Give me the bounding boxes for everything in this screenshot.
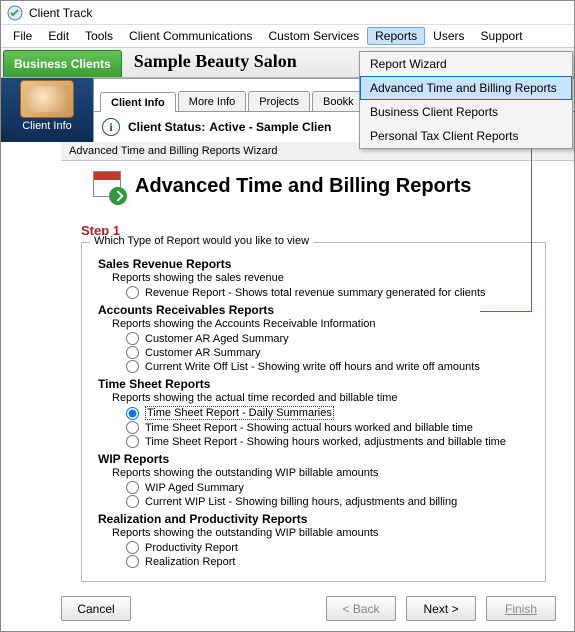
left-panel-label: Client Info: [1, 120, 93, 132]
opt-ar-aged[interactable]: Customer AR Aged Summary: [126, 332, 535, 345]
window-title: Client Track: [29, 6, 92, 20]
radio-ts-daily[interactable]: [126, 407, 139, 420]
section-sales-desc: Reports showing the sales revenue: [112, 272, 535, 284]
menu-business-client-reports[interactable]: Business Client Reports: [360, 100, 572, 124]
opt-wip-current[interactable]: Current WIP List - Showing billing hours…: [126, 495, 535, 508]
section-timesheet-desc: Reports showing the actual time recorded…: [112, 392, 535, 404]
cancel-button[interactable]: Cancel: [61, 596, 131, 621]
opt-writeoff[interactable]: Current Write Off List - Showing write o…: [126, 360, 535, 373]
business-clients-tab[interactable]: Business Clients: [3, 50, 122, 77]
opt-productivity[interactable]: Productivity Report: [126, 541, 535, 554]
menu-reports[interactable]: Reports: [367, 27, 425, 45]
opt-revenue-report[interactable]: Revenue Report - Shows total revenue sum…: [126, 286, 535, 299]
info-icon: i: [102, 118, 120, 136]
report-type-group: Which Type of Report would you like to v…: [81, 242, 546, 582]
titlebar: Client Track: [1, 1, 574, 25]
radio-revenue-report[interactable]: [126, 286, 139, 299]
tab-more-info[interactable]: More Info: [178, 91, 246, 111]
wizard: Advanced Time and Billing Reports Step 1…: [61, 163, 566, 582]
finish-button[interactable]: Finish: [486, 596, 556, 621]
tab-client-info[interactable]: Client Info: [100, 92, 176, 112]
section-sales: Sales Revenue Reports: [98, 257, 535, 271]
reports-dropdown: Report Wizard Advanced Time and Billing …: [359, 51, 573, 149]
wizard-buttons: Cancel < Back Next > Finish: [1, 588, 574, 631]
calendar-reload-icon: [91, 169, 125, 203]
menu-file[interactable]: File: [5, 27, 40, 45]
section-ar: Accounts Receivables Reports: [98, 303, 535, 317]
radio-realization[interactable]: [126, 555, 139, 568]
group-title: Which Type of Report would you like to v…: [90, 235, 313, 247]
callout-line-h: [480, 311, 532, 312]
status-label: Client Status:: [128, 120, 205, 134]
menu-users[interactable]: Users: [425, 27, 472, 45]
opt-ar-summary[interactable]: Customer AR Summary: [126, 346, 535, 359]
radio-ar-aged[interactable]: [126, 332, 139, 345]
menu-support[interactable]: Support: [473, 27, 531, 45]
app-icon: [7, 5, 23, 21]
wizard-header: Advanced Time and Billing Reports: [61, 163, 566, 207]
menu-custom-services[interactable]: Custom Services: [260, 27, 367, 45]
left-panel: Client Info: [1, 78, 93, 142]
wizard-title: Advanced Time and Billing Reports: [135, 175, 471, 198]
tab-projects[interactable]: Projects: [248, 91, 310, 111]
menu-report-wizard[interactable]: Report Wizard: [360, 52, 572, 76]
section-wip: WIP Reports: [98, 452, 535, 466]
section-realization: Realization and Productivity Reports: [98, 512, 535, 526]
back-button[interactable]: < Back: [326, 596, 396, 621]
opt-realization[interactable]: Realization Report: [126, 555, 535, 568]
radio-productivity[interactable]: [126, 541, 139, 554]
menu-tools[interactable]: Tools: [77, 27, 121, 45]
client-name: Sample Beauty Salon: [122, 48, 309, 77]
radio-wip-aged[interactable]: [126, 481, 139, 494]
next-button[interactable]: Next >: [406, 596, 476, 621]
radio-writeoff[interactable]: [126, 360, 139, 373]
section-wip-desc: Reports showing the outstanding WIP bill…: [112, 467, 535, 479]
opt-wip-aged[interactable]: WIP Aged Summary: [126, 481, 535, 494]
section-realization-desc: Reports showing the outstanding WIP bill…: [112, 527, 535, 539]
menu-advanced-time-billing[interactable]: Advanced Time and Billing Reports: [360, 76, 572, 100]
opt-ts-adjust[interactable]: Time Sheet Report - Showing hours worked…: [126, 435, 535, 448]
status-value: Active - Sample Clien: [209, 120, 331, 134]
handshake-icon: [20, 80, 74, 118]
menu-personal-tax-reports[interactable]: Personal Tax Client Reports: [360, 124, 572, 148]
section-ar-desc: Reports showing the Accounts Receivable …: [112, 318, 535, 330]
radio-ts-actual[interactable]: [126, 421, 139, 434]
menubar: File Edit Tools Client Communications Cu…: [1, 25, 574, 48]
radio-ar-summary[interactable]: [126, 346, 139, 359]
section-timesheet: Time Sheet Reports: [98, 377, 535, 391]
menu-client-communications[interactable]: Client Communications: [121, 27, 260, 45]
opt-ts-actual[interactable]: Time Sheet Report - Showing actual hours…: [126, 421, 535, 434]
menu-edit[interactable]: Edit: [40, 27, 77, 45]
radio-ts-adjust[interactable]: [126, 435, 139, 448]
tab-bookk[interactable]: Bookk: [312, 91, 365, 111]
radio-wip-current[interactable]: [126, 495, 139, 508]
app-window: Client Track File Edit Tools Client Comm…: [0, 0, 575, 632]
opt-ts-daily[interactable]: Time Sheet Report - Daily Summaries: [126, 406, 535, 420]
